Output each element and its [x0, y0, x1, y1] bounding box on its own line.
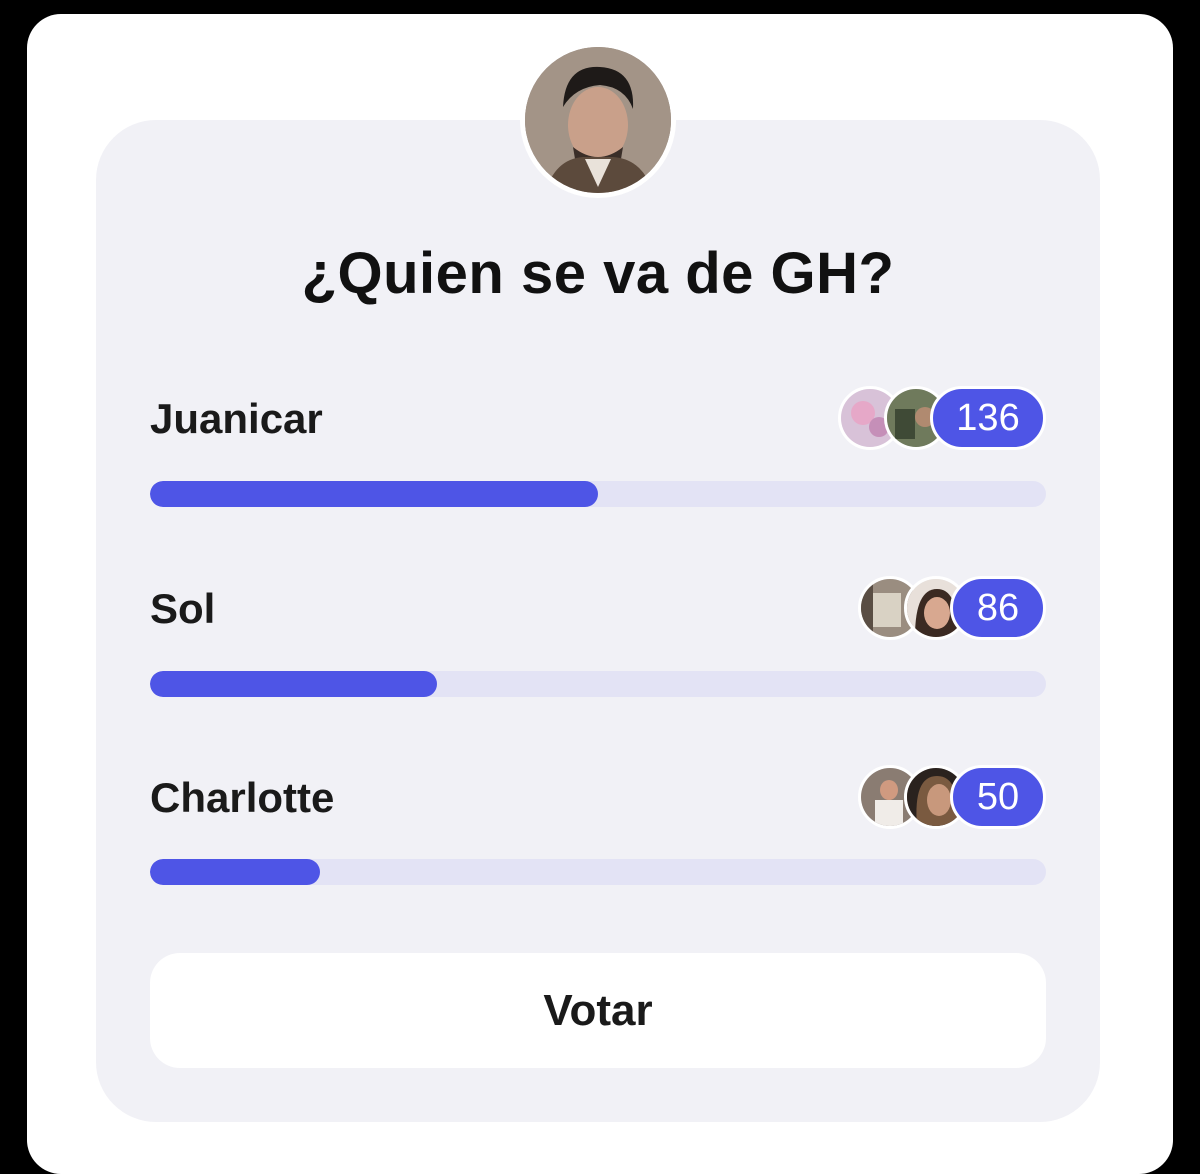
voters-juanicar[interactable]: 136	[838, 386, 1048, 454]
avatar-photo	[525, 47, 671, 193]
poll-question: ¿Quien se va de GH?	[301, 241, 895, 306]
vote-count-badge: 86	[950, 576, 1046, 640]
vote-button[interactable]: Votar	[150, 953, 1046, 1068]
voters-charlotte[interactable]: 50	[858, 765, 1048, 833]
vote-count-badge: 136	[930, 386, 1046, 450]
progress-fill-charlotte	[150, 859, 321, 885]
option-label-charlotte[interactable]: Charlotte	[150, 774, 334, 822]
voters-sol[interactable]: 86	[858, 576, 1048, 644]
progress-track-charlotte	[150, 859, 1046, 885]
vote-count-badge: 50	[950, 765, 1046, 829]
progress-fill-juanicar	[150, 481, 598, 507]
progress-track-sol	[150, 671, 1046, 697]
progress-fill-sol	[150, 671, 437, 697]
option-label-sol[interactable]: Sol	[150, 585, 215, 633]
poll-author-avatar[interactable]	[520, 42, 676, 198]
progress-track-juanicar	[150, 481, 1046, 507]
option-label-juanicar[interactable]: Juanicar	[150, 395, 323, 443]
